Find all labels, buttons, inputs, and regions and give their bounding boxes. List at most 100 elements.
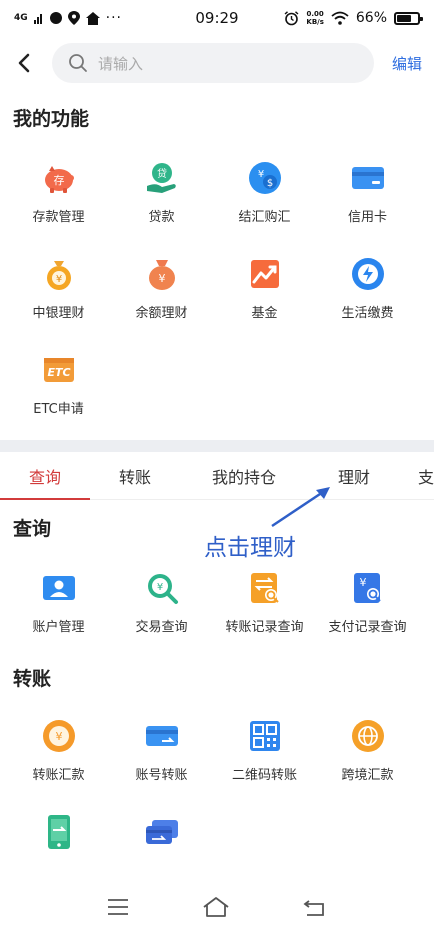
signal-indicator: 4G [14, 12, 28, 23]
svg-text:ETC: ETC [47, 366, 70, 379]
function-label: 中银理财 [32, 306, 85, 321]
function-fund[interactable]: 基金 [213, 238, 316, 334]
function-label: 基金 [251, 306, 278, 321]
transaction-search-icon: ¥ [144, 570, 180, 606]
function-label: 余额理财 [135, 306, 188, 321]
piggy-bank-icon: 存 [41, 160, 77, 196]
svg-text:¥: ¥ [55, 274, 61, 285]
back-nav-button[interactable] [303, 897, 327, 921]
home-outline-icon [203, 897, 229, 917]
signal-bars-icon [33, 14, 42, 24]
return-icon [303, 900, 325, 916]
battery-icon [394, 11, 423, 25]
credit-card-icon [350, 160, 386, 196]
function-loan[interactable]: 贷 贷款 [110, 142, 213, 238]
query-label: 转账记录查询 [225, 620, 304, 635]
status-bar: 4G ··· 09:29 0.00 KB/s 66% [0, 0, 434, 36]
function-label: ETC申请 [33, 402, 84, 417]
more-icon: ··· [105, 10, 123, 26]
search-placeholder: 请输入 [98, 54, 144, 73]
annotation-text: 点击理财 [204, 535, 296, 561]
payment-record-icon: ¥ [350, 570, 386, 606]
my-functions-title: 我的功能 [13, 108, 90, 130]
svg-text:¥: ¥ [156, 582, 162, 593]
qr-code-icon [247, 718, 283, 754]
transfer-label: 转账汇款 [32, 768, 85, 783]
function-label: 生活缴费 [341, 306, 394, 321]
svg-text:¥: ¥ [359, 576, 366, 589]
bolt-icon [350, 256, 386, 292]
phone-transfer-icon [41, 814, 77, 850]
function-credit-card[interactable]: 信用卡 [316, 142, 419, 238]
account-icon [41, 570, 77, 606]
function-utility-payment[interactable]: 生活缴费 [316, 238, 419, 334]
search-input[interactable]: 请输入 [52, 43, 374, 83]
battery-percent: 66% [355, 10, 387, 26]
svg-text:¥: ¥ [158, 272, 165, 285]
query-grid: 账户管理 ¥ 交易查询 转账记录查询 ¥ 支付记录查询 [0, 552, 434, 648]
svg-text:$: $ [266, 178, 272, 189]
query-account-management[interactable]: 账户管理 [7, 552, 110, 648]
function-label: 贷款 [148, 210, 175, 225]
speed-unit: KB/s [306, 18, 324, 26]
transfer-remittance[interactable]: ¥ 转账汇款 [7, 700, 110, 796]
function-label: 结汇购汇 [238, 210, 291, 225]
query-transactions[interactable]: ¥ 交易查询 [110, 552, 213, 648]
balance-bag-icon: ¥ [144, 256, 180, 292]
fund-chart-icon [247, 256, 283, 292]
card-transfer-icon [144, 814, 180, 850]
search-header: 请输入 编辑 [0, 36, 434, 90]
menu-button[interactable] [107, 898, 129, 920]
transfer-qr-code[interactable]: 二维码转账 [213, 700, 316, 796]
query-transfer-records[interactable]: 转账记录查询 [213, 552, 316, 648]
notification-icon [49, 12, 62, 24]
my-functions-grid: 存 存款管理 贷 贷款 ¥ $ 结汇购汇 信用卡 ¥ 中银理财 ¥ 余额理财 基… [0, 142, 434, 430]
svg-text:存: 存 [53, 173, 64, 187]
function-label: 存款管理 [32, 210, 85, 225]
transfer-record-icon [247, 570, 283, 606]
transfer-phone[interactable] [7, 796, 110, 892]
annotation-arrow [271, 487, 330, 528]
tab-label: 我的持仓 [211, 467, 276, 487]
function-deposit[interactable]: 存 存款管理 [7, 142, 110, 238]
home-icon [85, 11, 100, 25]
tab-label: 查询 [28, 467, 61, 487]
search-icon [69, 54, 87, 72]
remittance-icon: ¥ [41, 718, 77, 754]
function-balance-wealth[interactable]: ¥ 余额理财 [110, 238, 213, 334]
transfer-cross-border[interactable]: 跨境汇款 [316, 700, 419, 796]
svg-text:¥: ¥ [257, 169, 263, 180]
edit-button[interactable]: 编辑 [392, 53, 422, 74]
function-exchange[interactable]: ¥ $ 结汇购汇 [213, 142, 316, 238]
tab-label: 转账 [118, 467, 151, 487]
section-divider [0, 440, 434, 452]
network-speed: 0.00 KB/s [306, 10, 323, 26]
svg-text:贷: 贷 [157, 167, 167, 180]
query-label: 支付记录查询 [328, 620, 407, 635]
transfer-section-title: 转账 [13, 668, 52, 690]
tab-query[interactable]: 查询 [0, 452, 90, 500]
transfer-label: 二维码转账 [231, 768, 297, 783]
category-tabs: 查询 转账 我的持仓 理财 支 [0, 452, 434, 500]
query-label: 账户管理 [32, 620, 85, 635]
account-transfer-icon [144, 718, 180, 754]
home-button[interactable] [202, 896, 230, 922]
tab-payment[interactable]: 支 [400, 452, 434, 500]
etc-icon: ETC [41, 352, 77, 388]
alarm-icon [284, 10, 299, 25]
query-payment-records[interactable]: ¥ 支付记录查询 [316, 552, 419, 648]
function-etc[interactable]: ETC ETC申请 [7, 334, 110, 430]
tab-transfer[interactable]: 转账 [90, 452, 180, 500]
transfer-card[interactable] [110, 796, 213, 892]
money-bag-icon: ¥ [41, 256, 77, 292]
loan-icon: 贷 [144, 160, 180, 196]
function-boc-wealth[interactable]: ¥ 中银理财 [7, 238, 110, 334]
tab-label: 支 [417, 467, 434, 487]
transfer-label: 跨境汇款 [341, 768, 394, 783]
currency-exchange-icon: ¥ $ [247, 160, 283, 196]
back-button[interactable] [10, 49, 38, 77]
tab-label: 理财 [337, 467, 370, 487]
location-icon [67, 11, 80, 25]
transfer-account-number[interactable]: 账号转账 [110, 700, 213, 796]
system-nav-bar [0, 884, 434, 934]
